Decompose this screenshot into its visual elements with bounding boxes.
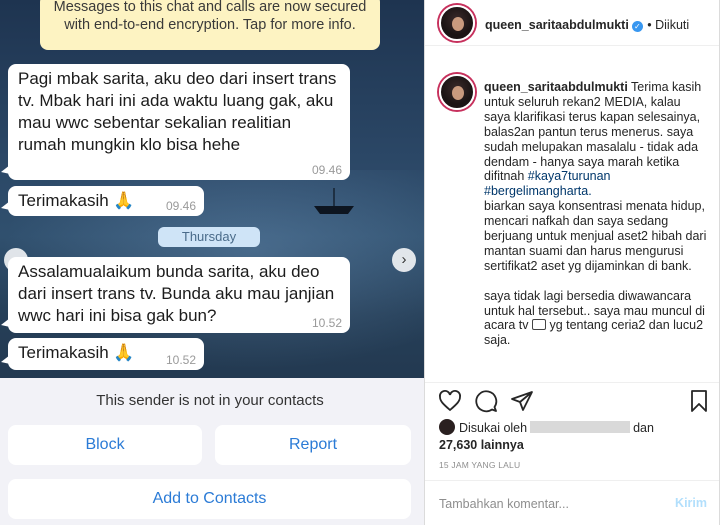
encryption-notice[interactable]: Messages to this chat and calls are now …	[40, 0, 380, 50]
comment-input[interactable]	[439, 495, 659, 513]
boat-silhouette	[314, 188, 354, 214]
caption-username[interactable]: queen_saritaabdulmukti	[484, 80, 628, 94]
bubble-tail	[1, 318, 10, 327]
encryption-notice-text: Messages to this chat and calls are now …	[53, 0, 367, 33]
not-in-contacts-notice: This sender is not in your contacts	[96, 392, 324, 409]
liked-by-and: dan	[633, 421, 654, 435]
bookmark-icon[interactable]	[687, 389, 711, 413]
block-button[interactable]: Block	[8, 425, 202, 465]
caption-text: biarkan saya konsentrasi menata hidup, m…	[484, 199, 707, 273]
post-actions	[425, 382, 719, 422]
avatar[interactable]	[439, 74, 475, 110]
instagram-post-panel: queen_saritaabdulmukti ✓ • Diikuti queen_…	[424, 0, 720, 525]
message-time: 09.46	[165, 199, 196, 213]
whatsapp-chat-screenshot: Messages to this chat and calls are now …	[0, 0, 424, 525]
likes-summary: Disukai oleh dan 27,630 lainnya	[439, 419, 709, 452]
post-timestamp: 15 JAM YANG LALU	[439, 460, 521, 470]
header-username[interactable]: queen_saritaabdulmukti	[485, 18, 629, 32]
post-header: queen_saritaabdulmukti ✓ • Diikuti	[425, 0, 719, 46]
message-time: 10.52	[311, 316, 342, 330]
message-time: 09.46	[311, 163, 342, 177]
avatar[interactable]	[439, 5, 475, 41]
bubble-tail	[1, 201, 10, 210]
heart-icon[interactable]	[438, 389, 462, 413]
add-to-contacts-button[interactable]: Add to Contacts	[8, 479, 411, 519]
message-bubble[interactable]: Pagi mbak sarita, aku deo dari insert tr…	[1, 64, 350, 180]
report-button[interactable]: Report	[215, 425, 411, 465]
caption-text: Terima kasih untuk seluruh rekan2 MEDIA,…	[484, 80, 702, 184]
message-bubble[interactable]: Assalamualaikum bunda sarita, aku deo da…	[1, 257, 350, 333]
liked-by-label: Disukai oleh	[459, 421, 528, 435]
share-icon[interactable]	[510, 389, 534, 413]
message-text: Assalamualaikum bunda sarita, aku deo da…	[18, 262, 335, 325]
follow-separator: •	[647, 18, 656, 32]
follow-status-button[interactable]: Diikuti	[655, 18, 689, 32]
verified-icon: ✓	[631, 21, 643, 32]
chevron-right-icon[interactable]: ›	[392, 248, 416, 272]
tv-icon	[531, 319, 546, 331]
comment-icon[interactable]	[474, 389, 498, 413]
day-separator: Thursday	[158, 227, 260, 247]
post-caption: queen_saritaabdulmukti Terima kasih untu…	[484, 80, 710, 348]
bubble-tail	[1, 165, 10, 174]
bubble-tail	[1, 355, 10, 364]
avatar[interactable]	[439, 419, 455, 435]
message-time: 10.52	[165, 353, 196, 367]
caption-area: queen_saritaabdulmukti Terima kasih untu…	[425, 47, 719, 382]
message-bubble[interactable]: Terimakasih 🙏 09.46	[1, 186, 204, 216]
comment-bar: Kirim	[425, 480, 719, 525]
redacted-name	[530, 421, 631, 433]
message-bubble[interactable]: Terimakasih 🙏 10.52	[1, 338, 204, 370]
post-comment-button[interactable]: Kirim	[675, 496, 707, 510]
unknown-sender-sheet: This sender is not in your contacts Bloc…	[0, 378, 424, 525]
likes-count[interactable]: 27,630 lainnya	[439, 438, 709, 452]
message-text: Pagi mbak sarita, aku deo dari insert tr…	[18, 69, 337, 154]
